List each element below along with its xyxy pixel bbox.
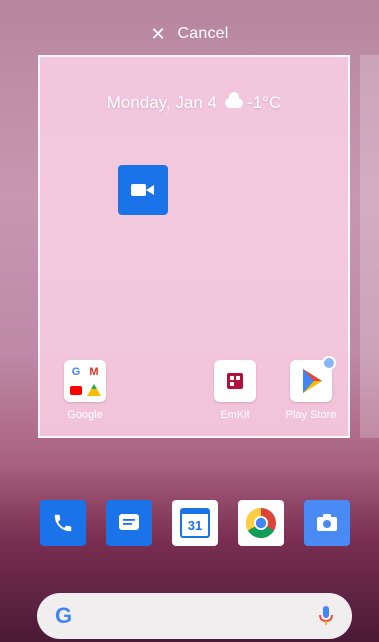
play-store-icon[interactable] [290,356,336,402]
emkit-icon[interactable] [214,360,256,402]
update-dot-icon [322,356,336,370]
calendar-icon: 31 [180,508,210,538]
chrome-app[interactable] [238,500,284,546]
date-weather-widget[interactable]: Monday, Jan 4 -1°C [40,91,348,113]
google-logo-icon[interactable]: G [55,603,72,629]
google-mini-icon: G [71,366,81,378]
google-folder-label: Google [67,409,103,421]
cloud-icon [225,91,244,108]
emkit-label: EmKit [220,409,250,421]
camera-app[interactable] [304,500,350,546]
message-icon [119,514,139,530]
drive-mini-icon [86,382,102,398]
calendar-date: 31 [187,517,203,533]
play-store-label: Play Store [285,409,337,421]
duo-app-icon[interactable] [118,165,168,215]
cancel-label[interactable]: Cancel [178,25,229,43]
phone-app[interactable] [40,500,86,546]
play-store-app[interactable]: Play Store [280,356,342,421]
video-camera-icon [131,184,154,196]
messages-app[interactable] [106,500,152,546]
gmail-mini-icon: M [89,366,99,378]
camera-icon [317,514,337,531]
next-homescreen-preview[interactable] [360,55,379,438]
chrome-icon [246,508,276,538]
calendar-app[interactable]: 31 [172,500,218,546]
google-folder[interactable]: G M Google [54,360,116,421]
mic-icon[interactable] [318,605,334,627]
homescreen-preview[interactable]: Monday, Jan 4 -1°C G M Google EmKit Play… [38,55,350,438]
temperature-text: -1°C [247,93,282,112]
cancel-bar[interactable]: ✕ Cancel [0,20,379,48]
phone-icon [54,514,72,532]
emkit-app[interactable]: EmKit [204,360,266,421]
close-icon[interactable]: ✕ [150,25,165,43]
youtube-mini-icon [68,382,84,398]
google-folder-icon[interactable]: G M [64,360,106,402]
google-search-bar[interactable]: G [37,593,352,639]
date-text: Monday, Jan 4 [106,93,218,112]
